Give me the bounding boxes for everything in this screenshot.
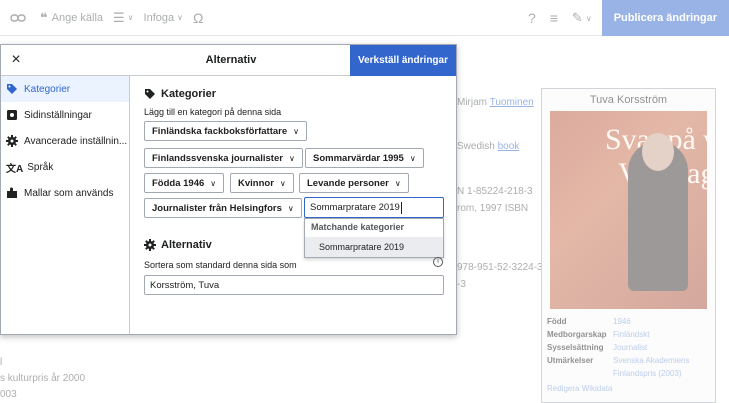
dialog-header: × Alternativ Verkställ ändringar: [1, 45, 456, 76]
category-chip[interactable]: Kvinnor ∨: [230, 173, 294, 193]
dialog-title: Alternativ: [205, 54, 257, 66]
text-cursor: [400, 201, 402, 214]
language-icon: 文A: [6, 163, 24, 175]
sidebar-item-categories[interactable]: Kategorier: [1, 76, 129, 102]
sidebar-item-page-settings[interactable]: Sidinställningar: [1, 102, 129, 128]
advanced-settings-icon: [6, 135, 18, 147]
categories-section-title: Kategorier: [144, 88, 216, 100]
tag-icon: [145, 89, 155, 99]
sidebar-item-label: Mallar som används: [24, 187, 114, 199]
options-section-title: Alternativ: [144, 239, 212, 251]
chip-label: Födda 1946: [152, 177, 205, 189]
section-title-text: Kategorier: [161, 88, 217, 100]
page-settings-icon: [7, 110, 17, 120]
chevron-down-icon: ∨: [288, 153, 295, 163]
gear-icon: [144, 239, 156, 251]
tag-icon: [7, 84, 17, 94]
category-chip[interactable]: Födda 1946 ∨: [144, 173, 225, 193]
sidebar-item-label: Språk: [27, 161, 54, 173]
chip-label: Journalister från Helsingfors: [152, 202, 282, 214]
category-input-value: Sommarpratare 2019: [310, 202, 400, 213]
puzzle-icon: [7, 187, 17, 198]
suggestion-item[interactable]: Sommarpratare 2019: [305, 237, 443, 257]
suggestions-header: Matchande kategorier: [311, 222, 405, 232]
chevron-down-icon: ∨: [279, 178, 286, 188]
sidebar-item-label: Avancerade inställnin...: [24, 135, 128, 147]
chevron-down-icon: ∨: [293, 126, 300, 136]
sort-label: Sortera som standard denna sida som: [144, 260, 297, 270]
section-title-text: Alternativ: [161, 239, 212, 251]
sidebar-item-label: Kategorier: [24, 83, 71, 95]
sidebar-item-label: Sidinställningar: [24, 109, 92, 121]
sidebar-item-advanced-settings[interactable]: Avancerade inställnin...: [1, 128, 129, 154]
chip-label: Finlandssvenska journalister: [152, 152, 283, 164]
category-chip[interactable]: Finländska fackboksförfattare ∨: [144, 121, 308, 141]
category-chip[interactable]: Levande personer ∨: [299, 173, 409, 193]
close-button[interactable]: ×: [7, 51, 25, 69]
sort-key-input[interactable]: Korsström, Tuva: [144, 275, 444, 295]
chevron-down-icon: ∨: [287, 203, 294, 213]
chevron-down-icon: ∨: [210, 178, 217, 188]
sort-key-value: Korsström, Tuva: [150, 279, 220, 291]
options-dialog: × Alternativ Verkställ ändringar Kategor…: [0, 44, 457, 335]
dialog-main: Kategorier Lägg till en kategori på denn…: [131, 76, 456, 334]
chip-label: Sommarvärdar 1995: [313, 152, 404, 164]
category-input[interactable]: Sommarpratare 2019: [304, 197, 444, 218]
chip-label: Finländska fackboksförfattare: [152, 125, 288, 137]
sidebar-item-templates[interactable]: Mallar som används: [1, 180, 129, 206]
sidebar-item-language[interactable]: 文A Språk: [1, 154, 129, 180]
info-icon[interactable]: i: [433, 257, 443, 267]
dialog-sidebar: Kategorier Sidinställningar Avancerade i…: [1, 76, 130, 334]
category-chip[interactable]: Journalister från Helsingfors ∨: [144, 198, 302, 218]
chevron-down-icon: ∨: [409, 153, 416, 163]
category-chip[interactable]: Finlandssvenska journalister ∨: [144, 148, 303, 168]
chip-label: Kvinnor: [238, 177, 274, 189]
categories-hint: Lägg till en kategori på denna sida: [144, 107, 282, 117]
apply-changes-button[interactable]: Verkställ ändringar: [349, 45, 456, 76]
category-chip[interactable]: Sommarvärdar 1995 ∨: [305, 148, 424, 168]
category-suggestions: Matchande kategorier Sommarpratare 2019: [304, 218, 444, 258]
chevron-down-icon: ∨: [394, 178, 401, 188]
chip-label: Levande personer: [307, 177, 389, 189]
